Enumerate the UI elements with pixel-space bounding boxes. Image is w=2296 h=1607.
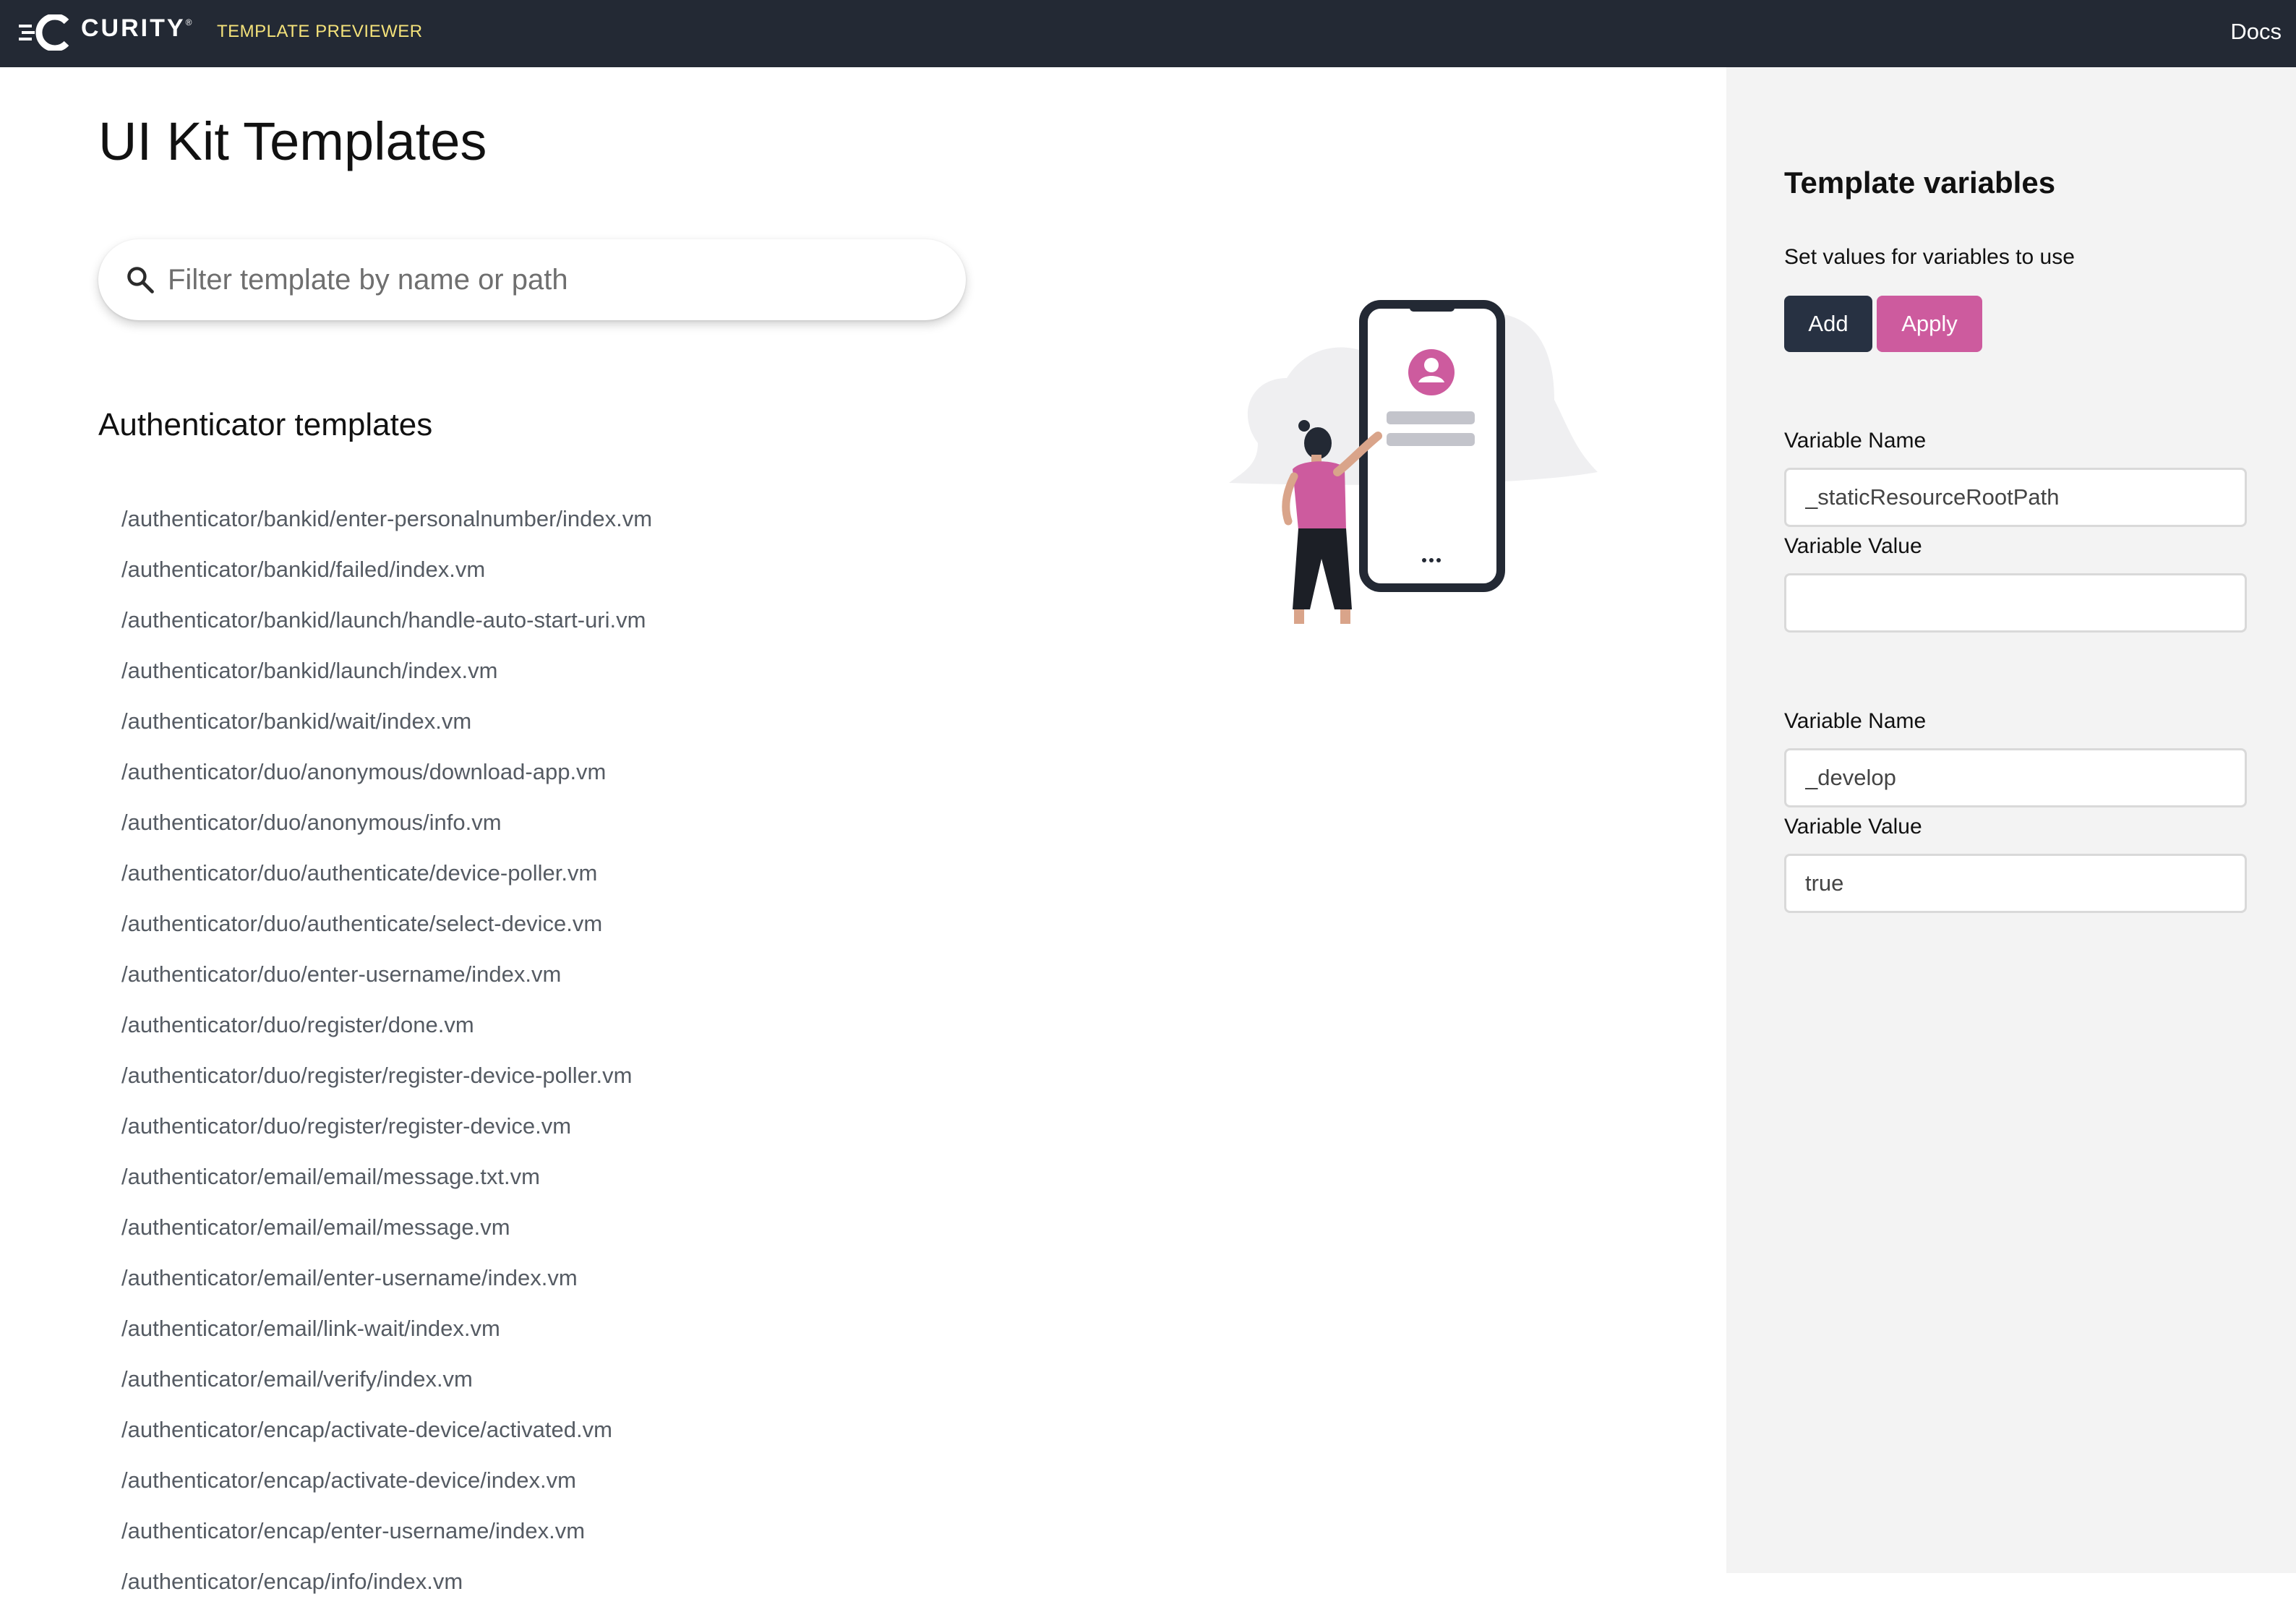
curity-logo-icon[interactable] xyxy=(19,14,77,51)
template-item[interactable]: /authenticator/bankid/enter-personalnumb… xyxy=(121,494,652,544)
template-item[interactable]: /authenticator/duo/authenticate/device-p… xyxy=(121,848,652,899)
variable-name-label: Variable Name xyxy=(1784,429,1927,453)
variable-value-input[interactable] xyxy=(1784,854,2247,913)
page-title: UI Kit Templates xyxy=(98,111,487,171)
variable-value-label: Variable Value xyxy=(1784,815,1922,839)
add-variable-button[interactable]: Add xyxy=(1784,296,1872,352)
panel-subtitle: Set values for variables to use xyxy=(1784,245,2075,269)
template-item[interactable]: /authenticator/duo/anonymous/info.vm xyxy=(121,797,652,848)
variable-name-input[interactable] xyxy=(1784,468,2247,527)
template-item[interactable]: /authenticator/duo/register/register-dev… xyxy=(121,1101,652,1152)
template-variables-panel: Template variables Set values for variab… xyxy=(1726,67,2296,1573)
docs-link[interactable]: Docs xyxy=(2230,19,2282,45)
template-list: /authenticator/bankid/enter-personalnumb… xyxy=(121,494,652,1607)
template-item[interactable]: /authenticator/encap/activate-device/ind… xyxy=(121,1455,652,1506)
template-item[interactable]: /authenticator/duo/anonymous/download-ap… xyxy=(121,747,652,797)
search-icon xyxy=(127,267,154,293)
search-input[interactable] xyxy=(168,251,934,309)
template-item[interactable]: /authenticator/bankid/failed/index.vm xyxy=(121,544,652,595)
template-item[interactable]: /authenticator/bankid/wait/index.vm xyxy=(121,696,652,747)
template-item[interactable]: /authenticator/duo/enter-username/index.… xyxy=(121,949,652,1000)
section-title: Authenticator templates xyxy=(98,407,433,442)
template-item[interactable]: /authenticator/bankid/launch/index.vm xyxy=(121,646,652,696)
template-item[interactable]: /authenticator/duo/register/register-dev… xyxy=(121,1050,652,1101)
template-item[interactable]: /authenticator/encap/enter-username/inde… xyxy=(121,1506,652,1556)
template-item[interactable]: /authenticator/encap/info/index.vm xyxy=(121,1556,652,1607)
template-item[interactable]: /authenticator/email/email/message.vm xyxy=(121,1202,652,1253)
search-box[interactable] xyxy=(98,239,966,320)
variable-name-input[interactable] xyxy=(1784,748,2247,807)
template-item[interactable]: /authenticator/email/email/message.txt.v… xyxy=(121,1152,652,1202)
variable-name-label: Variable Name xyxy=(1784,709,1927,733)
panel-title: Template variables xyxy=(1784,166,2056,200)
brand-name: CURITY® xyxy=(81,14,192,43)
template-item[interactable]: /authenticator/email/verify/index.vm xyxy=(121,1354,652,1405)
template-item[interactable]: /authenticator/email/enter-username/inde… xyxy=(121,1253,652,1303)
template-item[interactable]: /authenticator/bankid/launch/handle-auto… xyxy=(121,595,652,646)
template-item[interactable]: /authenticator/email/link-wait/index.vm xyxy=(121,1303,652,1354)
registered-mark: ® xyxy=(185,17,192,27)
template-item[interactable]: /authenticator/duo/authenticate/select-d… xyxy=(121,899,652,949)
main-content: UI Kit Templates Authenticator templates… xyxy=(0,67,1726,1594)
variable-value-label: Variable Value xyxy=(1784,534,1922,558)
app-name: TEMPLATE PREVIEWER xyxy=(217,22,423,41)
apply-variables-button[interactable]: Apply xyxy=(1877,296,1982,352)
brand-text: CURITY xyxy=(81,14,186,42)
phone-login-illustration xyxy=(1229,300,1598,624)
variable-value-input[interactable] xyxy=(1784,573,2247,633)
template-item[interactable]: /authenticator/duo/register/done.vm xyxy=(121,1000,652,1050)
template-item[interactable]: /authenticator/encap/activate-device/act… xyxy=(121,1405,652,1455)
top-navigation-bar: CURITY® TEMPLATE PREVIEWER Docs xyxy=(0,0,2296,67)
